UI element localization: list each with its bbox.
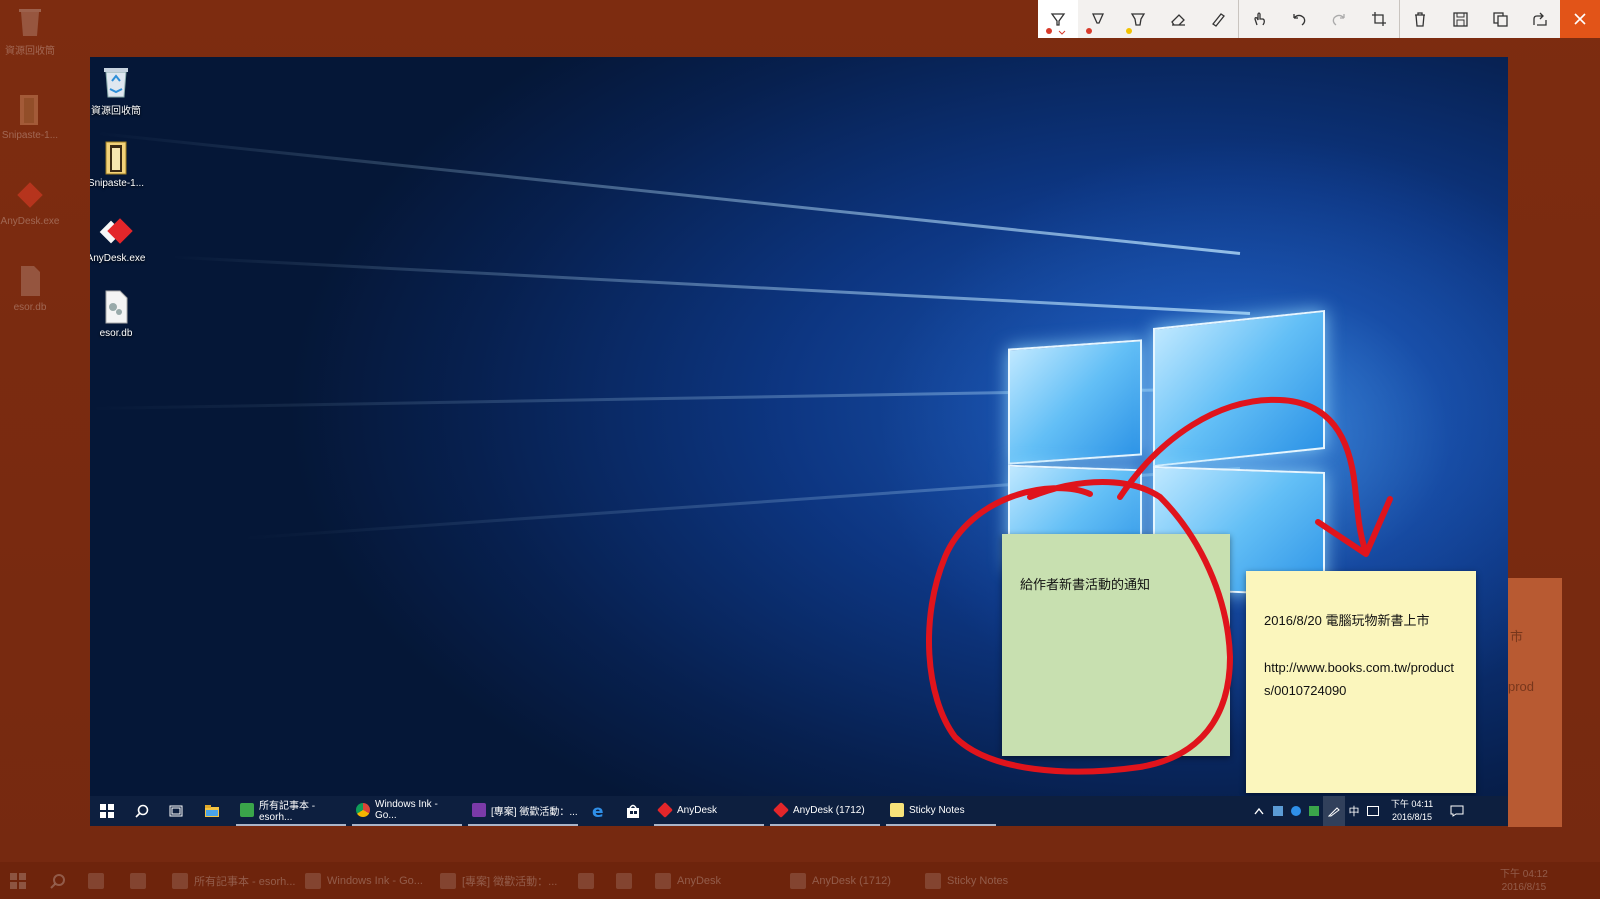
outer-icon-label: 資源回收筒 [5, 46, 55, 57]
outer-taskview-icon [88, 862, 104, 899]
outer-icon-label: AnyDesk.exe [0, 216, 60, 227]
save-icon [1452, 11, 1468, 27]
outer-taskbar-app: Sticky Notes [925, 862, 1008, 899]
outer-taskbar-app-label: 所有記事本 - esorh... [194, 875, 296, 888]
outer-icon-label: Snipaste-1... [1, 130, 59, 141]
pencil-color-dot [1086, 28, 1092, 34]
outer-taskbar-app-label: Windows Ink - Go... [327, 874, 423, 887]
outer-taskbar-app: AnyDesk [655, 862, 721, 899]
outer-recycle-bin: 資源回收筒 [0, 4, 60, 57]
outer-snipaste: Snipaste-1... [0, 92, 60, 141]
outer-taskbar-app-label: [專案] 徵歡活動：... [462, 875, 558, 888]
delete-icon [1415, 12, 1425, 27]
highlighter-button[interactable] [1118, 0, 1158, 38]
ruler-button[interactable] [1198, 0, 1238, 38]
copy-icon [1492, 11, 1508, 27]
ghost-note-line2: prod [1508, 679, 1535, 694]
ink-toolbar [1038, 0, 1560, 38]
screenshot-canvas[interactable]: 資源回收筒 Snipaste-1... AnyDesk.exe esor.db … [90, 57, 1508, 826]
outer-edge-icon [578, 862, 594, 899]
pencil-pen-icon [1091, 13, 1105, 24]
outer-explorer-icon [130, 862, 146, 899]
close-button[interactable] [1560, 0, 1600, 38]
ink-circle-stroke [925, 479, 1234, 775]
redo-button[interactable] [1319, 0, 1359, 38]
eraser-icon [1171, 14, 1185, 26]
outer-icon-label: esor.db [13, 302, 47, 313]
outer-clock-time: 下午 04:12 [1500, 869, 1548, 880]
outer-taskbar-app-label: AnyDesk (1712) [812, 874, 891, 887]
folder-door-icon [15, 92, 45, 126]
undo-button[interactable] [1279, 0, 1319, 38]
touch-writing-icon [1254, 12, 1265, 26]
pen-color-dot [1046, 28, 1052, 34]
outer-taskbar-app-label: Sticky Notes [947, 874, 1009, 887]
pencil-button[interactable] [1078, 0, 1118, 38]
ballpoint-pen-icon [1050, 13, 1066, 26]
highlighter-icon [1130, 13, 1146, 26]
redo-icon [1332, 14, 1345, 26]
eraser-button[interactable] [1158, 0, 1198, 38]
outer-taskbar: 所有記事本 - esorh... Windows Ink - Go... [專案… [0, 862, 1600, 899]
share-button[interactable] [1520, 0, 1560, 38]
anydesk-icon [15, 178, 45, 212]
ink-annotation-layer [925, 396, 1393, 775]
outer-search-icon [50, 862, 66, 899]
save-button[interactable] [1440, 0, 1480, 38]
ink-arrow-head [1315, 496, 1393, 557]
outer-clock-date: 2016/8/15 [1501, 882, 1547, 893]
outer-taskbar-app: AnyDesk (1712) [790, 862, 891, 899]
outer-taskbar-app-label: AnyDesk [677, 874, 722, 887]
ballpoint-pen-button[interactable] [1038, 0, 1078, 38]
ruler-icon [1212, 13, 1225, 27]
outer-taskbar-app: [專案] 徵歡活動：... [440, 862, 557, 899]
file-icon [15, 264, 45, 298]
recycle-bin-icon [15, 4, 45, 38]
outer-start-icon [10, 862, 26, 899]
outer-esor-db: esor.db [0, 264, 60, 313]
crop-button[interactable] [1359, 0, 1399, 38]
outer-taskbar-app: Windows Ink - Go... [305, 862, 423, 899]
outer-ghost-note: 市 prod [1508, 578, 1562, 827]
undo-icon [1293, 14, 1306, 26]
outer-store-icon [616, 862, 632, 899]
outer-taskbar-app: 所有記事本 - esorh... [172, 862, 295, 899]
outer-clock: 下午 04:12 2016/8/15 [1500, 868, 1548, 894]
ghost-note-line1: 市 [1510, 629, 1524, 644]
copy-button[interactable] [1480, 0, 1520, 38]
highlighter-color-dot [1126, 28, 1132, 34]
chevron-down-icon [1058, 30, 1066, 35]
close-icon [1574, 13, 1586, 25]
crop-icon [1372, 12, 1386, 26]
delete-button[interactable] [1400, 0, 1440, 38]
share-icon [1533, 12, 1547, 26]
touch-writing-button[interactable] [1239, 0, 1279, 38]
outer-anydesk: AnyDesk.exe [0, 178, 60, 227]
